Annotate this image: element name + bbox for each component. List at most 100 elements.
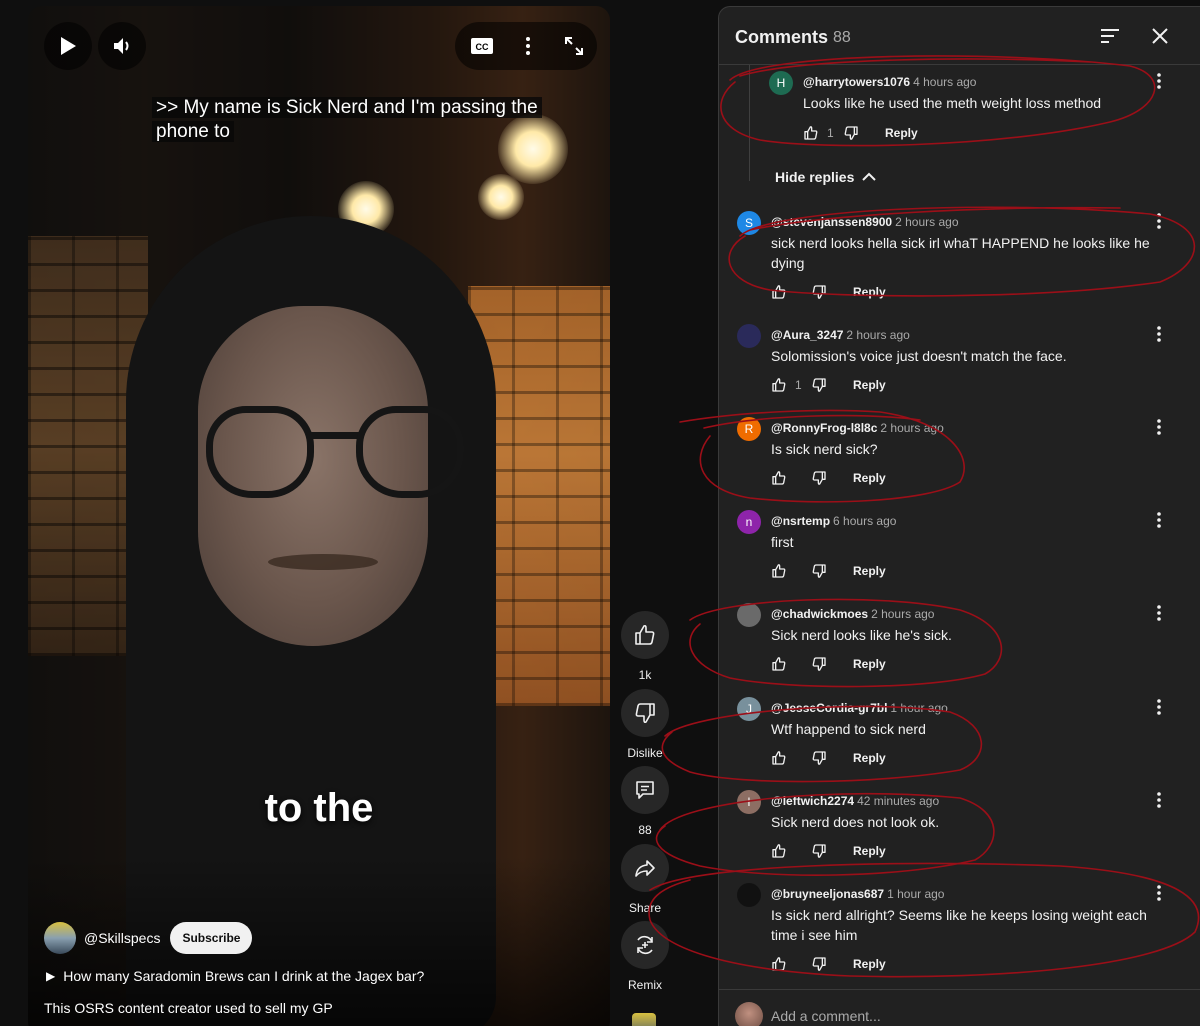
comment-menu-button[interactable] [1149,601,1169,625]
comment-like-button[interactable] [769,841,789,861]
comment-author[interactable]: @RonnyFrog-l8l8c [771,421,877,435]
comment-time[interactable]: 4 hours ago [913,75,976,89]
comment-avatar[interactable] [737,324,761,348]
comment-menu-button[interactable] [1149,881,1169,905]
comment-author[interactable]: @chadwickmoes [771,607,868,621]
subscribe-button[interactable]: Subscribe [170,922,253,954]
play-button[interactable] [44,22,92,70]
comment-like-button[interactable] [801,123,821,143]
comment-reply-button[interactable]: Reply [853,957,886,971]
comment-like-button[interactable] [769,748,789,768]
comment-author[interactable]: @Aura_3247 [771,328,843,342]
related-video-link[interactable]: ▶ How many Saradomin Brews can I drink a… [46,968,424,984]
comment-author[interactable]: @stevenjanssen8900 [771,215,892,229]
comment-like-button[interactable] [769,561,789,581]
video-description[interactable]: This OSRS content creator used to sell m… [44,1000,333,1016]
comment-dislike-button[interactable] [809,375,829,395]
comment-menu-button[interactable] [1149,415,1169,439]
channel-name[interactable]: @Skillspecs [84,930,160,946]
comments-action[interactable]: 88 [621,766,669,837]
comment-time[interactable]: 1 hour ago [887,887,944,901]
comment-menu-button[interactable] [1149,322,1169,346]
comment-time[interactable]: 2 hours ago [846,328,909,342]
comment-text: Solomission's voice just doesn't match t… [771,348,1067,364]
audio-source-thumbnail[interactable] [632,1013,656,1026]
comments-button[interactable] [621,766,669,814]
comment-time[interactable]: 2 hours ago [871,607,934,621]
volume-button[interactable] [98,22,146,70]
comment-like-button[interactable] [769,954,789,974]
share-action[interactable]: Share [621,844,669,915]
comment-author[interactable]: @leftwich2274 [771,794,854,808]
dislike-button[interactable] [621,689,669,737]
comment-dislike-button[interactable] [809,654,829,674]
comment-menu-button[interactable] [1149,69,1169,93]
remix-action[interactable]: Remix [621,921,669,992]
comment-time[interactable]: 6 hours ago [833,514,896,528]
comment-author[interactable]: @bruyneeljonas687 [771,887,884,901]
comment-meta: @chadwickmoes 2 hours ago [771,607,934,621]
comment-like-button[interactable] [769,282,789,302]
close-comments-button[interactable] [1145,21,1175,51]
comments-count-header: 88 [833,29,851,46]
share-button[interactable] [621,844,669,892]
comment-dislike-button[interactable] [841,123,861,143]
comment-dislike-button[interactable] [809,954,829,974]
comment-like-button[interactable] [769,468,789,488]
thumbs-up-icon [772,957,786,971]
comment-dislike-button[interactable] [809,561,829,581]
thumbs-up-icon [772,751,786,765]
add-comment-input[interactable]: Add a comment... [771,1008,881,1024]
comment-avatar[interactable] [737,603,761,627]
like-button[interactable] [621,611,669,659]
comment-author[interactable]: @nsrtemp [771,514,830,528]
comment-reply-button[interactable]: Reply [853,751,886,765]
comment-reply-button[interactable]: Reply [853,285,886,299]
comment-reply-button[interactable]: Reply [853,657,886,671]
channel-avatar[interactable] [44,922,76,954]
more-vert-icon [526,37,530,55]
comment-avatar[interactable] [737,883,761,907]
video-subject-mustache [268,554,378,570]
comment-avatar[interactable]: l [737,790,761,814]
comment-dislike-button[interactable] [809,282,829,302]
comment-menu-button[interactable] [1149,508,1169,532]
sort-button[interactable] [1095,21,1125,51]
burned-in-caption: to the [264,786,374,830]
remix-button[interactable] [621,921,669,969]
comment-reply-button[interactable]: Reply [853,844,886,858]
more-options-button[interactable] [505,22,551,70]
video-player[interactable]: CC >> My name is Sick Nerd and I'm passi… [28,6,610,1026]
comment-menu-button[interactable] [1149,695,1169,719]
comment-dislike-button[interactable] [809,841,829,861]
comment-time[interactable]: 1 hour ago [890,701,947,715]
comment-dislike-button[interactable] [809,748,829,768]
hide-replies-button[interactable]: Hide replies [775,169,877,185]
comment-actions: Reply [769,280,886,304]
comment-author[interactable]: @JesseCordia-gr7bl [771,701,887,715]
comment-time[interactable]: 42 minutes ago [857,794,939,808]
fullscreen-button[interactable] [551,22,597,70]
dislike-action[interactable]: Dislike [621,689,669,760]
comment-reply-button[interactable]: Reply [885,126,918,140]
thumbs-down-icon [812,285,826,299]
comment-avatar[interactable]: S [737,211,761,235]
closed-captions-button[interactable]: CC [459,22,505,70]
comment-reply-button[interactable]: Reply [853,378,886,392]
comment-time[interactable]: 2 hours ago [895,215,958,229]
comment-avatar[interactable]: R [737,417,761,441]
more-vert-icon [1157,699,1161,715]
comment-menu-button[interactable] [1149,209,1169,233]
comment-like-button[interactable] [769,375,789,395]
comment-avatar[interactable]: J [737,697,761,721]
comment-like-button[interactable] [769,654,789,674]
like-action[interactable]: 1k [621,611,669,682]
comment-avatar[interactable]: H [769,71,793,95]
comment-dislike-button[interactable] [809,468,829,488]
comment-reply-button[interactable]: Reply [853,471,886,485]
comment-reply-button[interactable]: Reply [853,564,886,578]
comment-author[interactable]: @harrytowers1076 [803,75,910,89]
comment-menu-button[interactable] [1149,788,1169,812]
comment-time[interactable]: 2 hours ago [880,421,943,435]
comment-avatar[interactable]: n [737,510,761,534]
